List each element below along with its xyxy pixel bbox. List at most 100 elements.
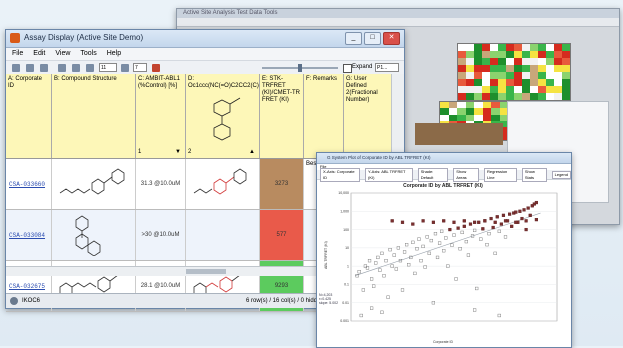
scatter-point[interactable] (510, 224, 514, 228)
expand-checkbox[interactable] (343, 64, 352, 73)
heatmap-cell (530, 93, 538, 100)
scatter-point[interactable] (452, 220, 456, 224)
heatmap-cell (530, 65, 538, 72)
scatter-point[interactable] (514, 210, 518, 214)
sort-down-icon[interactable]: ▼ (175, 149, 181, 156)
sort-icon[interactable] (72, 64, 80, 72)
scatter-point[interactable] (489, 216, 493, 221)
heatmap-cell (506, 58, 514, 65)
column-header-f[interactable]: F: Remarks (304, 74, 344, 158)
column-header-c[interactable]: C: AMBIT-ABL1 (%Control) [%] 1 ▼ (136, 74, 186, 158)
heatmap-cell (498, 93, 506, 100)
x-axis-label: Corporate ID (433, 340, 454, 344)
menu-tools[interactable]: Tools (80, 48, 96, 60)
heatmap-cell (514, 93, 522, 100)
scatter-point[interactable] (491, 225, 495, 230)
heatmap-cell (530, 44, 538, 51)
scatter-point[interactable] (499, 222, 503, 226)
scatter-point[interactable] (526, 206, 530, 210)
scatter-point[interactable] (508, 212, 512, 216)
column-header-e[interactable]: E: STK-TRFRET (KI)/CMET-TR FRET (KI) (260, 74, 304, 158)
column-header-d-index: 2 (188, 149, 192, 155)
row-height-slider[interactable] (262, 64, 338, 72)
heatmap-cell (514, 58, 522, 65)
heatmap-cell (458, 72, 466, 79)
trfret-value-cell: 577 (260, 210, 304, 260)
scatter-point[interactable] (400, 220, 405, 224)
scatter-point[interactable] (421, 219, 425, 223)
sigma-icon[interactable] (152, 64, 160, 72)
scatter-point[interactable] (534, 200, 538, 205)
sort-up-icon[interactable]: ▲ (249, 149, 255, 156)
scatter-point[interactable] (528, 213, 532, 217)
scatter-point[interactable] (483, 219, 487, 223)
scatter-point[interactable] (390, 219, 394, 223)
corporate-id-link[interactable]: CSA-033660 (6, 159, 52, 209)
plot-area: 10,000 1,000 100 10 1 0.1 0.01 0.001 (338, 191, 558, 323)
heatmap-cell (474, 72, 482, 79)
expand-select[interactable]: P1... (375, 63, 399, 72)
scatter-point[interactable] (495, 215, 499, 219)
heatmap-cell (506, 93, 514, 100)
heatmap-cell (538, 86, 546, 93)
heatmap-cell (522, 86, 530, 93)
scatter-point[interactable] (520, 216, 524, 221)
scatter-point[interactable] (524, 227, 528, 232)
scatter-point[interactable] (481, 227, 485, 231)
heatmap-cell (458, 93, 466, 100)
heatmap-cell (482, 44, 490, 51)
scatter-point[interactable] (472, 220, 477, 224)
print-icon[interactable] (12, 64, 20, 72)
column-header-b[interactable]: B: Compound Structure (52, 74, 136, 158)
scatter-point[interactable] (456, 226, 460, 230)
scatter-point[interactable] (501, 213, 506, 217)
y-tick-label: 0.001 (340, 319, 349, 323)
menu-help[interactable]: Help (107, 48, 121, 60)
minimize-button[interactable]: _ (345, 32, 362, 45)
table-icon[interactable] (121, 64, 129, 72)
font-icon[interactable] (86, 64, 94, 72)
column-header-d[interactable]: D: Oc1ccc(NC(=O)C2CC2(C)... 2 ▲ (186, 74, 260, 158)
scatter-point[interactable] (442, 219, 446, 223)
menu-view[interactable]: View (55, 48, 70, 60)
scatter-point[interactable] (462, 219, 466, 223)
close-button[interactable]: ✕ (383, 32, 400, 45)
scatter-point[interactable] (411, 222, 415, 226)
scatter-point[interactable] (431, 220, 435, 224)
grid-icon[interactable] (40, 64, 48, 72)
scatter-point[interactable] (503, 219, 508, 223)
scatter-point[interactable] (522, 208, 526, 212)
heatmap-cell (458, 44, 466, 51)
heatmap-cell (506, 51, 514, 58)
menu-edit[interactable]: Edit (33, 48, 45, 60)
column-header-g[interactable]: G: User Defined 2(Fractional Number) (344, 74, 392, 158)
heatmap-cell (546, 51, 554, 58)
column-header-a[interactable]: A: Corporate ID (6, 74, 52, 158)
column-count-select[interactable]: 7 (133, 63, 147, 72)
scatter-point[interactable] (462, 224, 466, 228)
heatmap-cell (458, 51, 466, 58)
corporate-id-link[interactable]: CSA-033084 (6, 210, 52, 260)
menu-file[interactable]: File (12, 48, 23, 60)
copy-icon[interactable] (26, 64, 34, 72)
heatmap-cell (538, 72, 546, 79)
scatter-point[interactable] (477, 220, 481, 224)
heatmap-cell (538, 51, 546, 58)
scatter-chart[interactable]: Corporate ID by ABL TRFRET (KI) 10,000 1,… (317, 179, 569, 345)
filter-icon[interactable] (58, 64, 66, 72)
heatmap-cell (538, 65, 546, 72)
font-size-select[interactable]: 11 (99, 63, 117, 72)
heatmap-cell (530, 51, 538, 58)
scatter-point[interactable] (493, 220, 497, 224)
heatmap-cell (514, 79, 522, 86)
scatter-point[interactable] (448, 227, 452, 232)
scatter-point[interactable] (534, 218, 538, 222)
heatmap-cell (530, 72, 538, 79)
legend-checkbox[interactable]: Legend (551, 170, 571, 179)
scatter-point[interactable] (514, 220, 518, 224)
scatter-point[interactable] (518, 209, 522, 213)
heatmap-cell (554, 86, 562, 93)
maximize-button[interactable]: □ (364, 32, 381, 45)
scatter-point[interactable] (524, 219, 528, 223)
scatter-point[interactable] (468, 222, 473, 226)
